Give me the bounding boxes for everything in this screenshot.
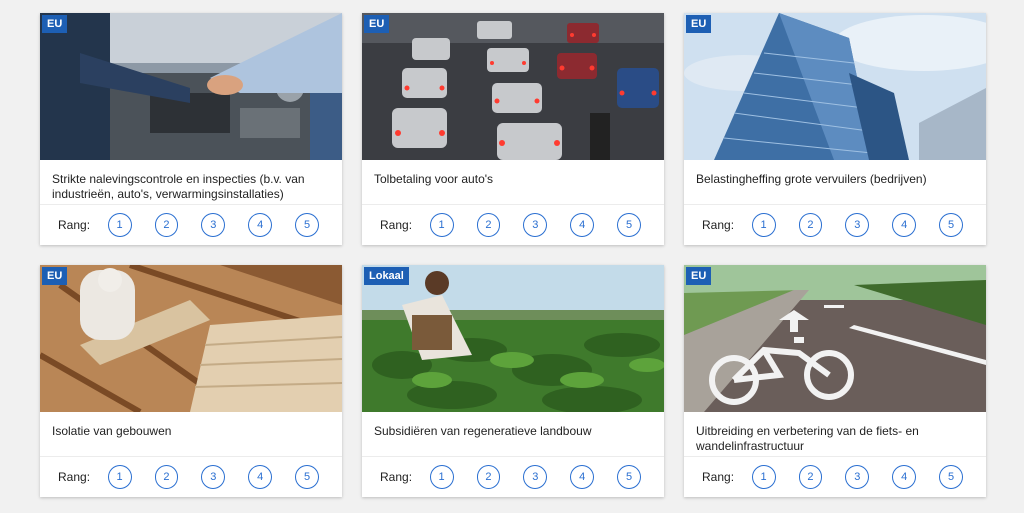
rank-button-5[interactable]: 5 bbox=[295, 213, 319, 237]
rank-button-2[interactable]: 2 bbox=[476, 213, 501, 237]
rank-button-4[interactable]: 4 bbox=[570, 465, 595, 489]
scope-badge: EU bbox=[42, 15, 68, 33]
rank-button-5[interactable]: 5 bbox=[295, 465, 319, 489]
measure-title: Uitbreiding en verbetering van de fiets-… bbox=[684, 412, 986, 457]
rank-button-5[interactable]: 5 bbox=[617, 465, 641, 489]
rank-button-1[interactable]: 1 bbox=[751, 213, 776, 237]
measure-title: Strikte nalevingscontrole en inspecties … bbox=[40, 160, 342, 205]
rank-button-2[interactable]: 2 bbox=[154, 213, 179, 237]
card-image-bike-lane: EU bbox=[684, 265, 986, 412]
measure-card-cycling-infrastructure: EU Uitbreiding en verbetering van de fie… bbox=[684, 265, 986, 497]
measure-card-regenerative-farming: Lokaal Subsidiëren van regeneratieve lan… bbox=[362, 265, 664, 497]
measure-title: Belastingheffing grote vervuilers (bedri… bbox=[684, 160, 986, 205]
scope-badge: Lokaal bbox=[364, 267, 409, 285]
rank-label: Rang: bbox=[58, 218, 91, 232]
scope-badge: EU bbox=[364, 15, 390, 33]
card-image-skyscraper: EU bbox=[684, 13, 986, 160]
rank-label: Rang: bbox=[380, 470, 413, 484]
card-image-farmer: Lokaal bbox=[362, 265, 664, 412]
rank-button-4[interactable]: 4 bbox=[892, 213, 917, 237]
measure-card-polluters-tax: EU Belastingheffing grote vervuilers (be… bbox=[684, 13, 986, 245]
measure-card-toll: EU Tolbetaling voor auto's Rang: 1 2 3 4… bbox=[362, 13, 664, 245]
rank-button-3[interactable]: 3 bbox=[523, 465, 548, 489]
rank-button-3[interactable]: 3 bbox=[845, 213, 870, 237]
rank-label: Rang: bbox=[702, 218, 735, 232]
rank-button-3[interactable]: 3 bbox=[201, 213, 226, 237]
rank-button-5[interactable]: 5 bbox=[617, 213, 641, 237]
rank-button-5[interactable]: 5 bbox=[939, 213, 963, 237]
measure-title: Tolbetaling voor auto's bbox=[362, 160, 664, 205]
rank-button-3[interactable]: 3 bbox=[201, 465, 226, 489]
rank-row: Rang: 1 2 3 4 5 bbox=[40, 457, 342, 497]
rank-button-3[interactable]: 3 bbox=[523, 213, 548, 237]
rank-button-2[interactable]: 2 bbox=[154, 465, 179, 489]
measures-grid: EU Strikte nalevingscontrole en inspecti… bbox=[40, 13, 986, 497]
rank-button-5[interactable]: 5 bbox=[939, 465, 963, 489]
rank-button-2[interactable]: 2 bbox=[798, 213, 823, 237]
rank-label: Rang: bbox=[58, 470, 91, 484]
rank-button-1[interactable]: 1 bbox=[107, 465, 132, 489]
card-image-traffic: EU bbox=[362, 13, 664, 160]
rank-button-1[interactable]: 1 bbox=[751, 465, 776, 489]
rank-button-3[interactable]: 3 bbox=[845, 465, 870, 489]
rank-row: Rang: 1 2 3 4 5 bbox=[684, 205, 986, 245]
rank-button-4[interactable]: 4 bbox=[248, 465, 273, 489]
rank-button-2[interactable]: 2 bbox=[798, 465, 823, 489]
rank-button-1[interactable]: 1 bbox=[429, 465, 454, 489]
rank-row: Rang: 1 2 3 4 5 bbox=[40, 205, 342, 245]
measure-title: Isolatie van gebouwen bbox=[40, 412, 342, 457]
scope-badge: EU bbox=[686, 15, 712, 33]
rank-label: Rang: bbox=[380, 218, 413, 232]
rank-button-4[interactable]: 4 bbox=[892, 465, 917, 489]
card-image-handshake: EU bbox=[40, 13, 342, 160]
rank-button-1[interactable]: 1 bbox=[429, 213, 454, 237]
rank-row: Rang: 1 2 3 4 5 bbox=[684, 457, 986, 497]
rank-button-4[interactable]: 4 bbox=[248, 213, 273, 237]
measure-card-inspections: EU Strikte nalevingscontrole en inspecti… bbox=[40, 13, 342, 245]
measure-card-insulation: EU Isolatie van gebouwen Rang: 1 2 3 4 5 bbox=[40, 265, 342, 497]
rank-label: Rang: bbox=[702, 470, 735, 484]
rank-button-4[interactable]: 4 bbox=[570, 213, 595, 237]
card-image-insulation: EU bbox=[40, 265, 342, 412]
rank-button-2[interactable]: 2 bbox=[476, 465, 501, 489]
scope-badge: EU bbox=[686, 267, 712, 285]
scope-badge: EU bbox=[42, 267, 68, 285]
rank-row: Rang: 1 2 3 4 5 bbox=[362, 457, 664, 497]
measure-title: Subsidiëren van regeneratieve landbouw bbox=[362, 412, 664, 457]
rank-row: Rang: 1 2 3 4 5 bbox=[362, 205, 664, 245]
rank-button-1[interactable]: 1 bbox=[107, 213, 132, 237]
